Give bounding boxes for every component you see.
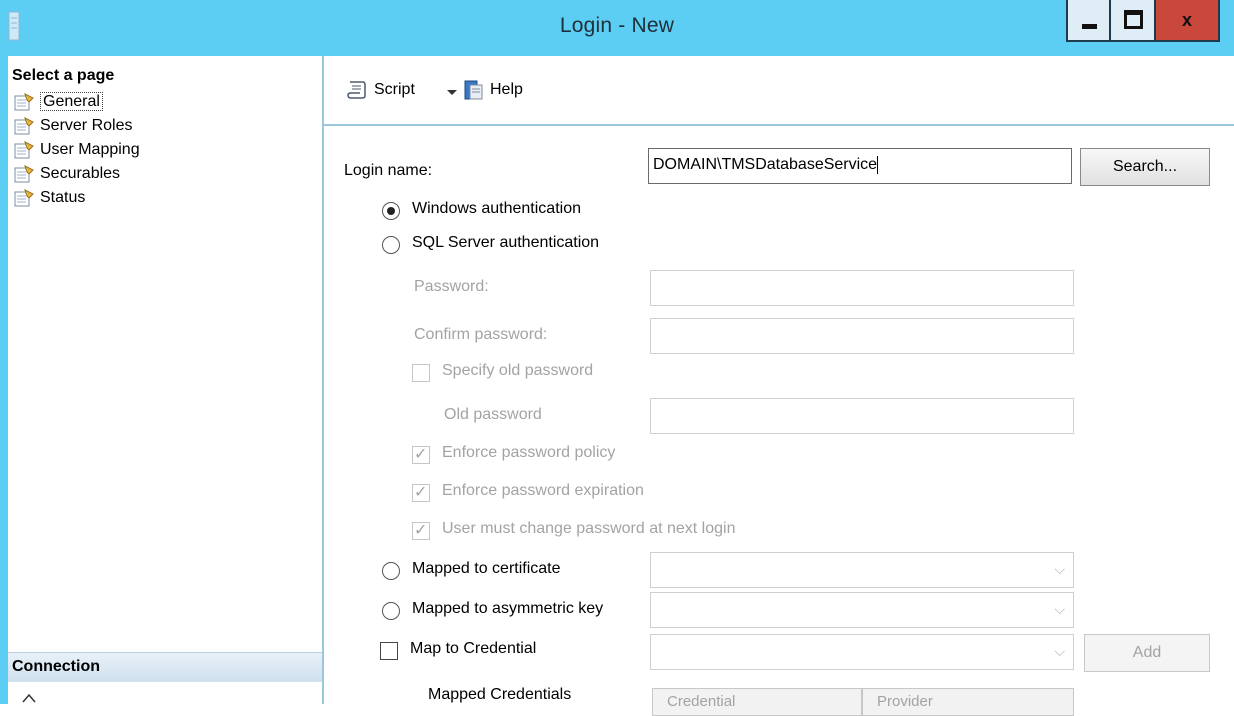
- script-icon: [347, 81, 366, 99]
- minimize-icon: [1082, 24, 1097, 29]
- checkmark-icon: ✓: [414, 484, 428, 501]
- asymmetric-key-select[interactable]: ⌵: [650, 592, 1074, 628]
- toolbar: Script Help: [324, 56, 1234, 126]
- old-password-input[interactable]: [650, 398, 1074, 434]
- enforce-policy-checkbox[interactable]: ✓: [412, 446, 430, 464]
- window-title: Login - New: [559, 14, 675, 37]
- page-item-status[interactable]: Status: [12, 186, 85, 210]
- close-button[interactable]: x: [1156, 0, 1220, 42]
- mapped-asymmetric-radio[interactable]: [382, 602, 400, 620]
- connection-header: Connection: [8, 652, 322, 682]
- search-button[interactable]: Search...: [1080, 148, 1210, 186]
- maximize-button[interactable]: [1111, 0, 1156, 42]
- add-credential-button[interactable]: Add: [1084, 634, 1210, 672]
- confirm-password-input[interactable]: [650, 318, 1074, 354]
- title-bar: Login - New x: [0, 0, 1234, 57]
- select-page-header: Select a page: [8, 62, 322, 92]
- maximize-icon: [1124, 10, 1143, 29]
- sql-auth-radio[interactable]: [382, 236, 400, 254]
- sql-auth-label: SQL Server authentication: [412, 234, 600, 251]
- mapped-certificate-radio[interactable]: [382, 562, 400, 580]
- confirm-password-label: Confirm password:: [414, 326, 548, 343]
- page-item-label: Securables: [40, 165, 121, 182]
- password-input[interactable]: [650, 270, 1074, 306]
- script-button[interactable]: Script: [346, 76, 415, 104]
- mapped-asymmetric-label: Mapped to asymmetric key: [412, 600, 604, 617]
- page-wrench-icon: [14, 117, 34, 135]
- login-name-value: DOMAIN\TMSDatabaseService: [653, 156, 879, 174]
- enforce-policy-label: Enforce password policy: [442, 444, 616, 461]
- login-name-label: Login name:: [344, 162, 433, 179]
- page-item-label: General: [40, 92, 103, 111]
- window-frame-left: [0, 56, 8, 704]
- help-button[interactable]: Help: [462, 76, 523, 104]
- page-wrench-icon: [14, 189, 34, 207]
- enforce-expiration-checkbox[interactable]: ✓: [412, 484, 430, 502]
- page-item-server-roles[interactable]: Server Roles: [12, 114, 132, 138]
- page-item-securables[interactable]: Securables: [12, 162, 120, 186]
- windows-auth-label: Windows authentication: [412, 200, 581, 217]
- page-wrench-icon: [14, 93, 34, 111]
- help-book-icon: [464, 80, 483, 100]
- checkmark-icon: ✓: [414, 446, 428, 463]
- certificate-select[interactable]: ⌵: [650, 552, 1074, 588]
- map-credential-label: Map to Credential: [410, 640, 537, 657]
- login-name-input[interactable]: DOMAIN\TMSDatabaseService: [648, 148, 1072, 184]
- provider-column-header[interactable]: Provider: [862, 688, 1074, 716]
- checkmark-icon: ✓: [414, 522, 428, 539]
- mapped-certificate-label: Mapped to certificate: [412, 560, 561, 577]
- windows-auth-radio[interactable]: [382, 202, 400, 220]
- specify-old-password-checkbox[interactable]: [412, 364, 430, 382]
- specify-old-password-label: Specify old password: [442, 362, 594, 379]
- mapped-credentials-label: Mapped Credentials: [428, 686, 572, 703]
- page-item-label: Status: [40, 189, 86, 206]
- close-icon: x: [1181, 10, 1192, 30]
- page-item-general[interactable]: General: [12, 90, 103, 114]
- page-item-user-mapping[interactable]: User Mapping: [12, 138, 140, 162]
- minimize-button[interactable]: [1066, 0, 1111, 42]
- help-label: Help: [490, 81, 523, 98]
- chevron-down-icon: ⌵: [1054, 643, 1065, 659]
- enforce-expiration-label: Enforce password expiration: [442, 482, 644, 499]
- page-wrench-icon: [14, 165, 34, 183]
- text-caret: [877, 156, 879, 174]
- chevron-down-icon: ⌵: [1054, 561, 1065, 577]
- credential-column-header[interactable]: Credential: [652, 688, 862, 716]
- page-wrench-icon: [14, 141, 34, 159]
- page-item-label: Server Roles: [40, 117, 133, 134]
- chevron-down-icon: ⌵: [1054, 601, 1065, 617]
- password-label: Password:: [414, 278, 489, 295]
- script-dropdown-icon[interactable]: [446, 78, 458, 106]
- credential-select[interactable]: ⌵: [650, 634, 1074, 670]
- old-password-label: Old password: [444, 406, 542, 423]
- must-change-label: User must change password at next login: [442, 520, 736, 537]
- script-label: Script: [374, 81, 415, 98]
- page-selector-panel: Select a page General Server Roles User …: [8, 56, 324, 704]
- page-item-label: User Mapping: [40, 141, 140, 158]
- connection-expand-icon[interactable]: [20, 692, 38, 704]
- map-credential-checkbox[interactable]: [380, 642, 398, 660]
- must-change-checkbox[interactable]: ✓: [412, 522, 430, 540]
- general-page-form: Login name: DOMAIN\TMSDatabaseService Se…: [324, 126, 1234, 716]
